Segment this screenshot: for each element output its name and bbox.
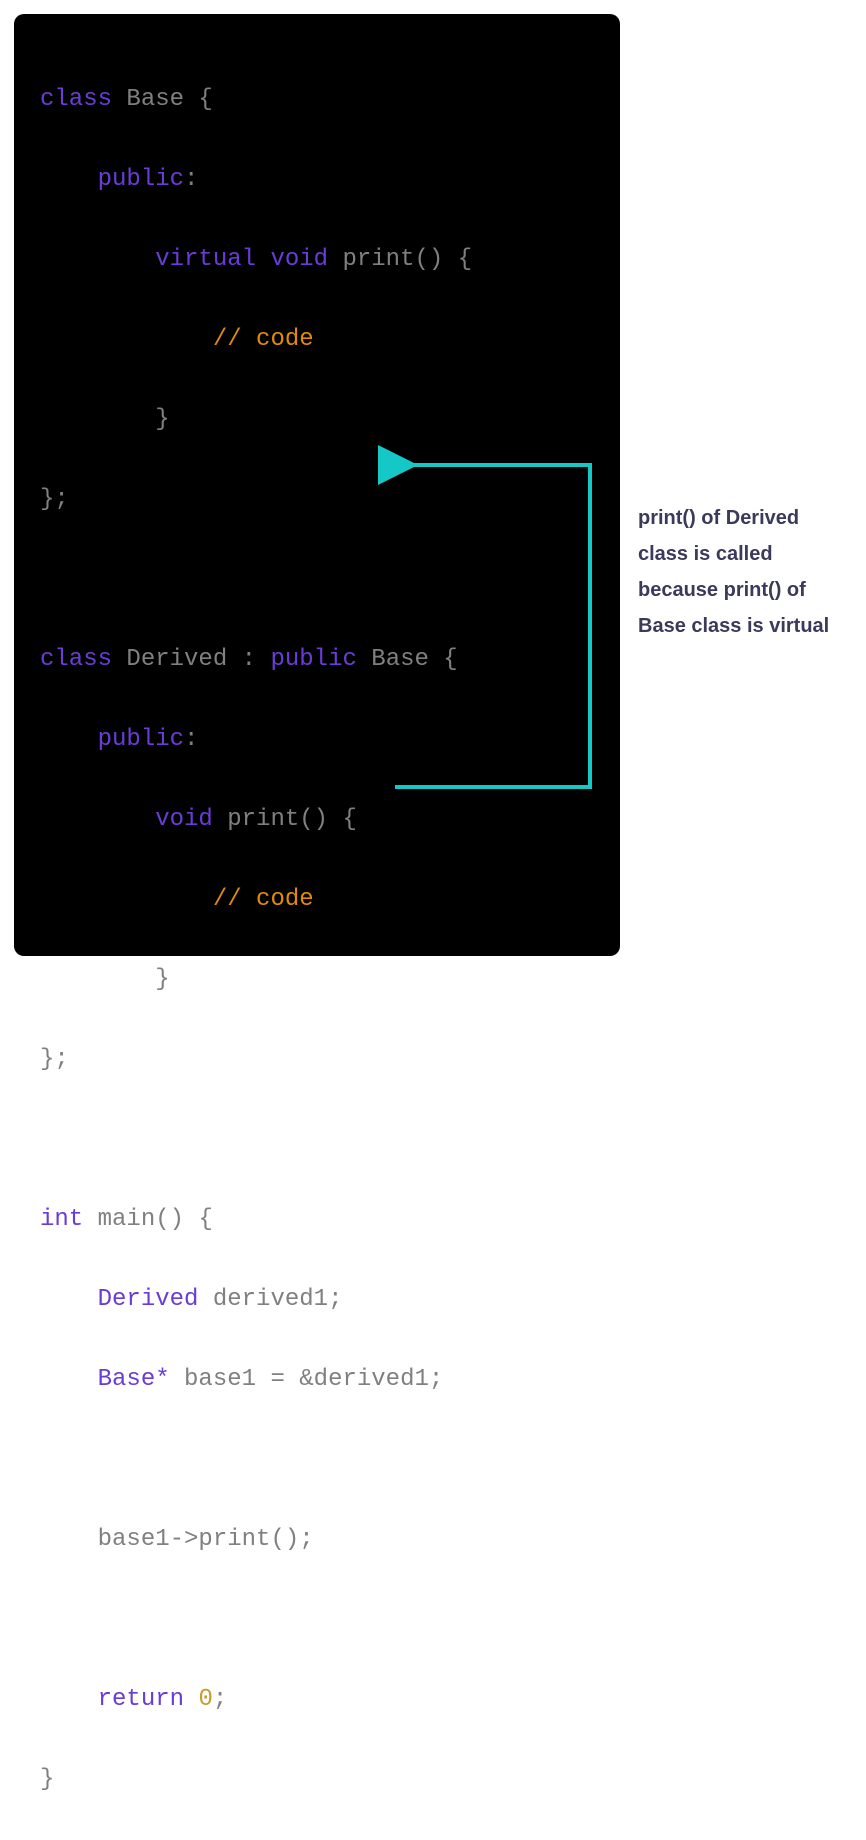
comment: // code xyxy=(213,886,314,913)
kw-class: class xyxy=(40,86,112,113)
kw-public: public xyxy=(98,726,184,753)
code-line: virtual void print() { xyxy=(40,240,594,280)
code-line: int main() { xyxy=(40,1200,594,1240)
type-name: Derived xyxy=(98,1286,199,1313)
kw-void: void xyxy=(155,806,213,833)
kw-void: void xyxy=(270,246,328,273)
code-line: class Base { xyxy=(40,80,594,120)
code-line: }; xyxy=(40,1040,594,1080)
class-name: Derived xyxy=(126,646,227,673)
comment: // code xyxy=(213,326,314,353)
annotation-text: print() of Derived class is called becau… xyxy=(638,500,848,644)
var-name: derived1; xyxy=(213,1286,343,1313)
brace: { xyxy=(429,646,458,673)
colon: : xyxy=(184,166,198,193)
stmt: base1->print(); xyxy=(98,1526,314,1553)
code-line: Base* base1 = &derived1; xyxy=(40,1360,594,1400)
brace: { xyxy=(184,1206,213,1233)
code-line: public: xyxy=(40,720,594,760)
code-line: } xyxy=(40,400,594,440)
kw-virtual: virtual xyxy=(155,246,256,273)
fn-name: main() xyxy=(98,1206,184,1233)
brace: { xyxy=(184,86,213,113)
var-name: base1 xyxy=(184,1366,256,1393)
code-panel: class Base { public: virtual void print(… xyxy=(14,14,620,956)
brace: } xyxy=(155,406,169,433)
brace: }; xyxy=(40,486,69,513)
type-name: Base* xyxy=(98,1366,170,1393)
code-line: // code xyxy=(40,880,594,920)
eq: = xyxy=(256,1366,299,1393)
rhs: &derived1; xyxy=(299,1366,443,1393)
code-line: // code xyxy=(40,320,594,360)
code-line: } xyxy=(40,960,594,1000)
colon: : xyxy=(227,646,256,673)
code-line xyxy=(40,1120,594,1160)
kw-public: public xyxy=(98,166,184,193)
code-line xyxy=(40,1440,594,1480)
semi: ; xyxy=(213,1686,227,1713)
code-line: } xyxy=(40,1760,594,1800)
code-line-derived-print: void print() { xyxy=(40,800,594,840)
kw-class: class xyxy=(40,646,112,673)
code-line: return 0; xyxy=(40,1680,594,1720)
brace: { xyxy=(443,246,472,273)
code-line: public: xyxy=(40,160,594,200)
literal: 0 xyxy=(198,1686,212,1713)
brace: } xyxy=(155,966,169,993)
code-line xyxy=(40,560,594,600)
fn-name: print() xyxy=(342,246,443,273)
colon: : xyxy=(184,726,198,753)
brace: { xyxy=(328,806,357,833)
brace: }; xyxy=(40,1046,69,1073)
class-name: Base xyxy=(126,86,184,113)
code-line: Derived derived1; xyxy=(40,1280,594,1320)
fn-name: print() xyxy=(227,806,328,833)
code-line: class Derived : public Base { xyxy=(40,640,594,680)
kw-public: public xyxy=(270,646,356,673)
kw-return: return xyxy=(98,1686,184,1713)
code-line xyxy=(40,1600,594,1640)
code-line-call: base1->print(); xyxy=(40,1520,594,1560)
code-line: }; xyxy=(40,480,594,520)
kw-int: int xyxy=(40,1206,83,1233)
base-class: Base xyxy=(371,646,429,673)
brace: } xyxy=(40,1766,54,1793)
